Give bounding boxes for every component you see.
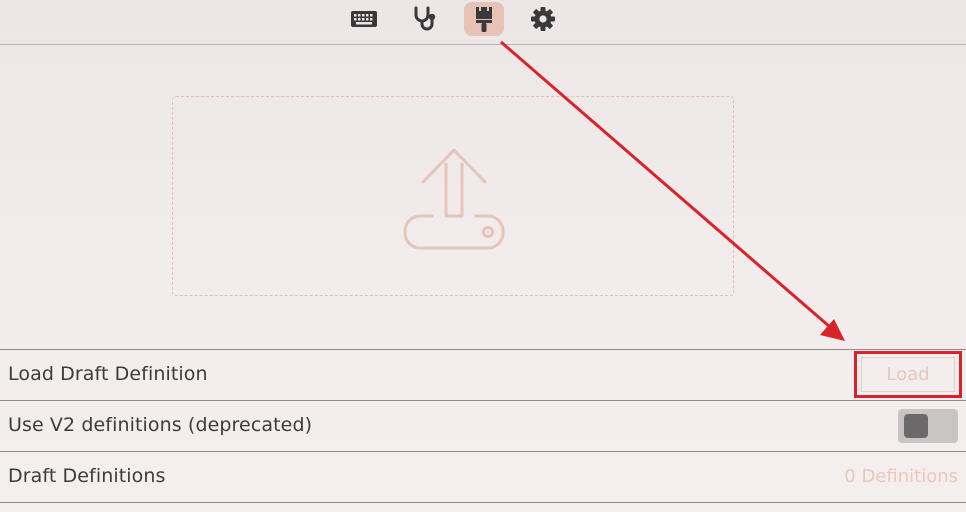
diagnostics-tab-button[interactable]	[404, 2, 444, 36]
gear-icon	[531, 7, 555, 31]
customization-tab-button[interactable]	[464, 2, 504, 36]
toggle-knob	[904, 414, 928, 438]
load-button-highlight: Load	[854, 351, 962, 398]
top-toolbar	[0, 0, 966, 45]
draft-definitions-label: Draft Definitions	[8, 465, 166, 487]
load-draft-label: Load Draft Definition	[8, 363, 208, 385]
settings-tab-button[interactable]	[523, 2, 563, 36]
load-button[interactable]: Load	[861, 357, 955, 392]
file-dropzone[interactable]	[172, 96, 734, 296]
keyboard-icon	[351, 11, 377, 27]
draft-definitions-row: Draft Definitions 0 Definitions	[0, 451, 966, 503]
use-v2-row: Use V2 definitions (deprecated)	[0, 400, 966, 450]
paintbrush-icon	[476, 7, 492, 32]
load-button-label: Load	[886, 364, 930, 385]
upload-icon	[403, 148, 505, 250]
definitions-count: 0 Definitions	[844, 466, 958, 487]
keyboard-tab-button[interactable]	[344, 2, 384, 36]
stethoscope-icon	[414, 6, 436, 31]
use-v2-label: Use V2 definitions (deprecated)	[8, 414, 313, 436]
load-draft-row: Load Draft Definition Load	[0, 349, 966, 399]
use-v2-toggle[interactable]	[898, 409, 958, 443]
